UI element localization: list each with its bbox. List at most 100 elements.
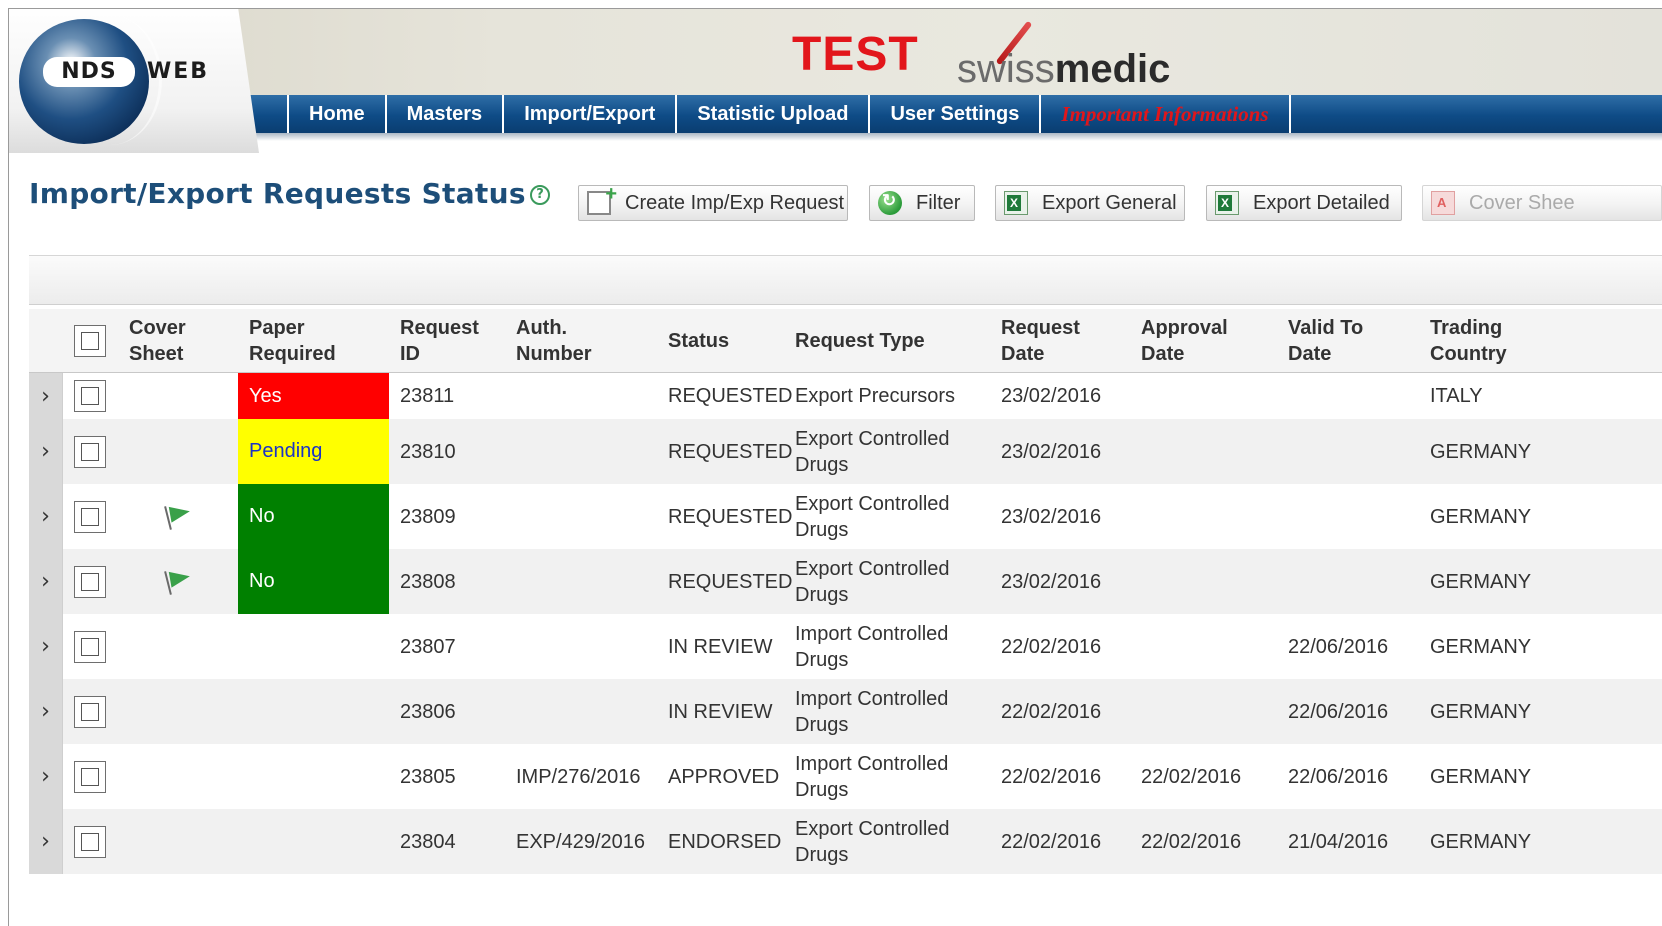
paper-required-cell [238,744,389,809]
row-checkbox[interactable] [74,695,106,728]
row-checkbox[interactable] [74,825,106,858]
nav-masters[interactable]: Masters [384,95,503,133]
pdf-icon [1431,191,1455,215]
table-row[interactable]: › No 23808 REQUESTED Export Controlled Drugs 2… [29,549,1662,614]
request-type-line2: Drugs [795,583,849,606]
approval-date-cell: 22/02/2016 [1141,830,1242,853]
header-valid-to-date[interactable]: Valid To Date [1288,309,1363,373]
status-cell: IN REVIEW [668,635,773,658]
status-cell: IN REVIEW [668,700,773,723]
table-row[interactable]: › 23807 IN REVIEW Import Controlled Drugs 22/… [29,614,1662,679]
table-row[interactable]: › 23804 EXP/429/2016 ENDORSED Export Control… [29,809,1662,874]
expand-row-chevron-icon[interactable]: › [29,614,63,679]
export-general-label: Export General [1042,191,1177,214]
paper-required-cell: Yes [238,373,389,419]
header-request-type[interactable]: Request Type [795,309,925,373]
export-detailed-button[interactable]: Export Detailed [1206,185,1402,221]
nav-import-export[interactable]: Import/Export [502,95,675,133]
request-type-line2: Drugs [795,778,849,801]
row-checkbox[interactable] [74,760,106,793]
trading-country-cell: GERMANY [1430,830,1532,853]
table-row[interactable]: › Pending 23810 REQUESTED Export Controlled D… [29,419,1662,484]
request-type-cell: Import Controlled Drugs [795,744,948,809]
filter-button[interactable]: Filter [869,185,975,221]
header-country-line1: Trading [1430,317,1503,339]
grid-header: Cover Sheet Paper Required Request ID Auth.… [29,309,1662,373]
expand-row-chevron-icon[interactable]: › [29,373,63,419]
header-request-date[interactable]: Request Date [1001,309,1080,373]
trading-country-cell: GERMANY [1430,570,1532,593]
request-type-line2: Drugs [795,713,849,736]
header-reqid-line1: Request [400,317,479,339]
request-type-line2: Drugs [795,453,849,476]
new-document-icon [587,183,617,215]
request-id-cell: 23804 [400,830,456,853]
header-cover-line1: Cover [129,317,186,339]
expand-row-chevron-icon[interactable]: › [29,549,63,614]
nav-home[interactable]: Home [287,95,385,133]
trading-country-cell: GERMANY [1430,635,1532,658]
paper-required-cell [238,809,389,874]
header-auth-line1: Auth. [516,317,568,339]
cover-sheet-label: Cover Shee [1469,191,1575,214]
row-checkbox[interactable] [74,565,106,598]
request-id-cell: 23805 [400,765,456,788]
valid-to-date-cell: 22/06/2016 [1288,635,1389,658]
table-row[interactable]: › 23806 IN REVIEW Import Controlled Drugs 22/… [29,679,1662,744]
logo-nds-text[interactable]: NDS [43,57,135,87]
flag-icon [164,504,190,530]
nav-statistic-upload[interactable]: Statistic Upload [675,95,868,133]
auth-number-cell: IMP/276/2016 [516,765,641,788]
paper-required-cell [238,614,389,679]
cover-sheet-button[interactable]: Cover Shee [1422,185,1662,221]
row-checkbox[interactable] [74,630,106,663]
status-cell: APPROVED [668,765,780,788]
nav-user-settings[interactable]: User Settings [868,95,1039,133]
expand-row-chevron-icon[interactable]: › [29,679,63,744]
status-cell: REQUESTED [668,385,793,407]
request-type-line2: Drugs [795,518,849,541]
expand-row-chevron-icon[interactable]: › [29,744,63,809]
expand-row-chevron-icon[interactable]: › [29,484,63,549]
header-status[interactable]: Status [668,309,729,373]
row-checkbox[interactable] [74,500,106,533]
header-approval-date[interactable]: Approval Date [1141,309,1228,373]
table-row[interactable]: › Yes 23811 REQUESTED Export Precursors 23/02… [29,373,1662,419]
header-request-id[interactable]: Request ID [400,309,479,373]
brand-bold-text: medic [1054,47,1171,91]
request-type-line2: Drugs [795,843,849,866]
expand-row-chevron-icon[interactable]: › [29,419,63,484]
create-request-button[interactable]: Create Imp/Exp Request [578,183,848,221]
export-general-button[interactable]: Export General [995,185,1185,221]
header-auth-number[interactable]: Auth. Number [516,309,592,373]
swissmedic-logo: swissmedic [957,47,1170,92]
header-valid-line2: Date [1288,343,1332,365]
nav-important-informations[interactable]: Important Informations [1039,95,1291,133]
row-checkbox[interactable] [74,380,106,412]
valid-to-date-cell: 22/06/2016 [1288,700,1389,723]
request-type-cell: Export Precursors [795,373,955,419]
table-row[interactable]: › No 23809 REQUESTED Export Controlled Drugs 2… [29,484,1662,549]
expand-row-chevron-icon[interactable]: › [29,809,63,874]
select-all-checkbox[interactable] [74,309,106,373]
table-row[interactable]: › 23805 IMP/276/2016 APPROVED Import Control… [29,744,1662,809]
question-circle-icon[interactable]: ? [530,185,550,205]
cover-sheet-cell[interactable] [164,484,190,549]
request-type-line2: Drugs [795,648,849,671]
header-paper-required[interactable]: Paper Required [249,309,336,373]
header-auth-line2: Number [516,343,592,365]
header-cover-sheet[interactable]: Cover Sheet [129,309,186,373]
row-checkbox[interactable] [74,435,106,468]
request-date-cell: 22/02/2016 [1001,700,1102,723]
request-id-cell: 23809 [400,505,456,528]
status-cell: REQUESTED [668,440,793,463]
trading-country-cell: ITALY [1430,385,1483,407]
header-paper-line2: Required [249,343,336,365]
grid-toolbar [29,255,1662,305]
trading-country-cell: GERMANY [1430,700,1532,723]
header-trading-country[interactable]: Trading Country [1430,309,1507,373]
request-type-line1: Export Controlled [795,427,950,450]
cover-sheet-cell[interactable] [164,549,190,614]
excel-icon [1004,191,1028,215]
flag-icon [164,569,190,595]
